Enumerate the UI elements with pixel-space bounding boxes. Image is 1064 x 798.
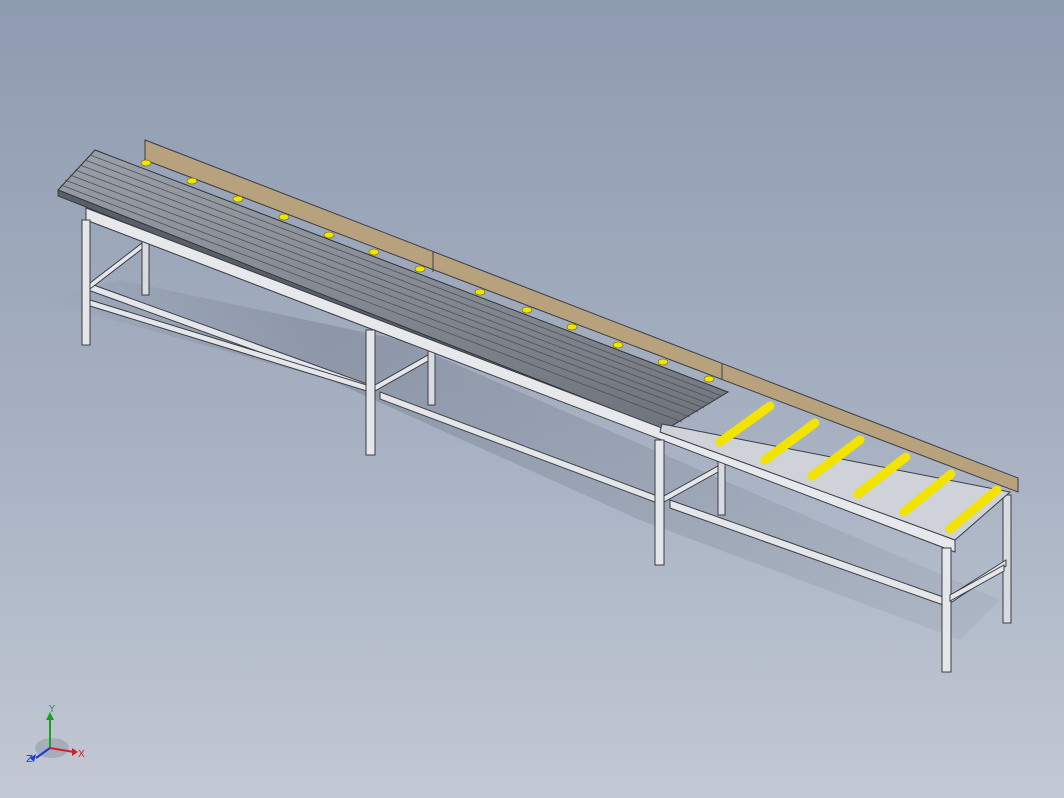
cad-viewport[interactable]: Y X Z — [0, 0, 1064, 798]
conveyor-model[interactable]: Y X Z — [0, 0, 1064, 798]
coordinate-triad: Y X Z — [26, 704, 85, 765]
axis-label-y: Y — [48, 704, 56, 715]
axis-label-z: Z — [26, 754, 33, 765]
front-top-rail — [85, 207, 956, 553]
axis-label-x: X — [78, 749, 85, 760]
